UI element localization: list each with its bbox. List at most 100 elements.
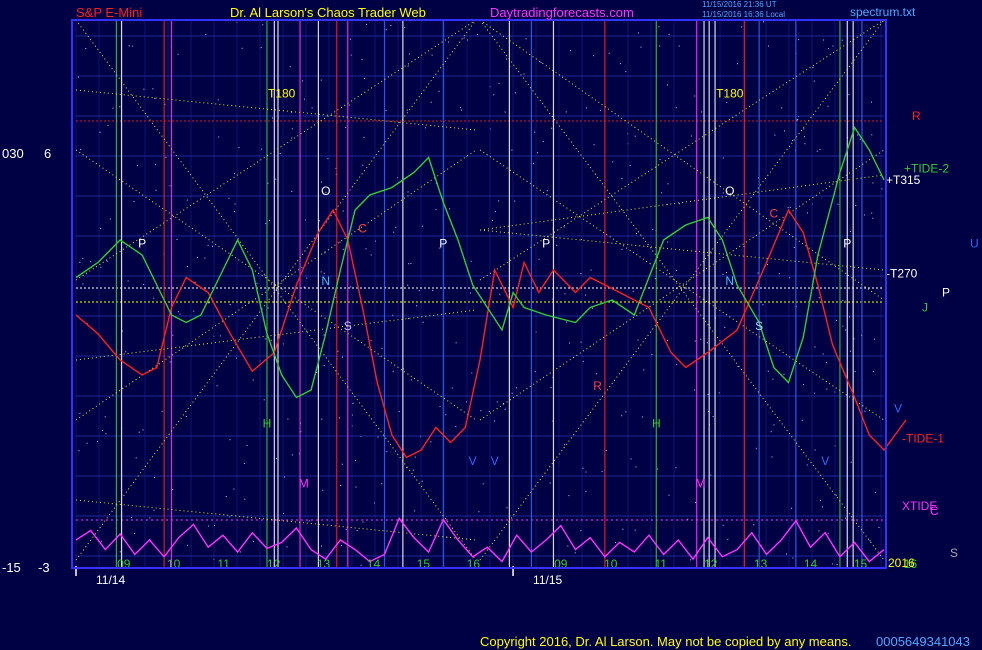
star-dot bbox=[806, 464, 808, 466]
star-dot bbox=[455, 426, 457, 428]
right-label: P bbox=[942, 285, 950, 299]
star-dot bbox=[845, 329, 847, 331]
star-dot bbox=[690, 135, 692, 137]
star-dot bbox=[228, 197, 230, 199]
star-dot bbox=[832, 45, 834, 47]
star-dot bbox=[412, 469, 414, 471]
star-dot bbox=[801, 419, 803, 421]
star-dot bbox=[849, 316, 850, 318]
star-dot bbox=[291, 137, 293, 139]
star-dot bbox=[786, 553, 787, 555]
star-dot bbox=[514, 200, 516, 202]
star-dot bbox=[712, 416, 714, 418]
star-dot bbox=[350, 38, 351, 40]
star-dot bbox=[792, 140, 794, 141]
annotation-label: M bbox=[299, 477, 309, 491]
star-dot bbox=[835, 494, 837, 496]
right-label: R bbox=[912, 109, 921, 123]
star-dot bbox=[219, 335, 221, 337]
star-dot bbox=[185, 416, 187, 417]
star-dot bbox=[789, 206, 791, 208]
star-dot bbox=[480, 410, 482, 412]
star-dot bbox=[133, 201, 135, 203]
star-dot bbox=[855, 205, 857, 206]
trend-line bbox=[75, 309, 477, 361]
star-dot bbox=[778, 273, 780, 275]
star-dot bbox=[179, 313, 181, 315]
star-dot bbox=[818, 530, 820, 532]
star-dot bbox=[323, 334, 325, 336]
x-axis: 11/1409 10 11 12 13 14 15 1611/1509 10 11 12 13 14 15… bbox=[75, 556, 917, 587]
annotation-label: H bbox=[652, 417, 661, 431]
star-dot bbox=[342, 248, 344, 250]
star-dot bbox=[632, 290, 634, 292]
site-link[interactable]: Daytradingforecasts.com bbox=[490, 5, 634, 20]
star-dot bbox=[793, 247, 795, 248]
star-dot bbox=[449, 208, 451, 210]
star-dot bbox=[819, 149, 821, 151]
star-dot bbox=[104, 416, 106, 418]
star-dot bbox=[848, 94, 850, 96]
star-dot bbox=[819, 500, 821, 501]
star-dot bbox=[345, 528, 347, 530]
star-dot bbox=[323, 365, 325, 366]
star-dot bbox=[659, 45, 661, 47]
star-dot bbox=[525, 38, 527, 40]
star-dot bbox=[850, 350, 851, 352]
star-dot bbox=[355, 486, 357, 488]
star-dot bbox=[414, 510, 416, 512]
star-dot bbox=[470, 292, 471, 294]
star-dot bbox=[234, 203, 236, 205]
star-dot bbox=[724, 326, 726, 328]
star-dot bbox=[511, 149, 513, 151]
star-dot bbox=[493, 94, 495, 96]
star-dot bbox=[155, 189, 157, 191]
star-dot bbox=[658, 26, 660, 28]
star-dot bbox=[370, 254, 372, 256]
star-dot bbox=[320, 79, 322, 81]
right-label: J bbox=[922, 300, 928, 314]
star-dot bbox=[767, 264, 768, 266]
star-dot bbox=[668, 33, 670, 35]
star-dot bbox=[514, 92, 516, 94]
star-dot bbox=[590, 269, 592, 271]
star-dot bbox=[550, 387, 552, 388]
star-dot bbox=[523, 73, 525, 75]
star-dot bbox=[827, 532, 829, 534]
star-dot bbox=[695, 502, 696, 503]
star-dot bbox=[566, 321, 568, 323]
star-dot bbox=[534, 131, 536, 133]
star-dot bbox=[585, 294, 587, 296]
star-dot bbox=[850, 230, 851, 232]
timestamp-local: 11/15/2016 16:36 Local bbox=[702, 10, 786, 19]
star-dot bbox=[212, 245, 213, 247]
annotation-label: O bbox=[725, 184, 734, 198]
star-dot bbox=[621, 415, 623, 417]
star-dot bbox=[763, 21, 764, 23]
star-dot bbox=[264, 338, 266, 340]
star-dot bbox=[430, 441, 432, 443]
star-dot bbox=[605, 450, 607, 451]
star-dot bbox=[540, 61, 542, 63]
star-dot bbox=[275, 178, 277, 180]
star-dot bbox=[101, 429, 103, 431]
star-dot bbox=[410, 379, 412, 381]
star-dot bbox=[80, 148, 82, 150]
star-dot bbox=[260, 47, 262, 49]
star-dot bbox=[355, 460, 356, 461]
star-dot bbox=[586, 107, 587, 109]
star-dot bbox=[370, 340, 372, 342]
star-dot bbox=[172, 489, 174, 490]
star-dot bbox=[569, 342, 570, 344]
star-dot bbox=[100, 540, 102, 542]
star-dot bbox=[678, 45, 680, 47]
star-dot bbox=[275, 458, 277, 459]
star-dot bbox=[582, 467, 584, 469]
star-dot bbox=[286, 546, 288, 548]
star-dot bbox=[532, 162, 534, 164]
star-dot bbox=[836, 319, 837, 321]
star-dot bbox=[564, 293, 566, 295]
star-dot bbox=[321, 545, 323, 547]
star-dot bbox=[208, 525, 210, 527]
star-dot bbox=[797, 118, 799, 120]
